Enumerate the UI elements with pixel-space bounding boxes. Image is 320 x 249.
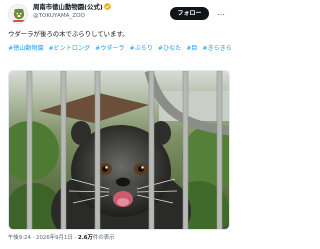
hashtag-link[interactable]: #徳山動物園 bbox=[8, 44, 44, 54]
hashtag-link[interactable]: #ひなた bbox=[158, 44, 181, 54]
zoo-logo-icon bbox=[9, 5, 27, 23]
display-name-text: 周南市徳山動物園(公式) bbox=[33, 3, 103, 11]
hashtag-link[interactable]: #ウダーラ bbox=[95, 44, 124, 54]
verified-badge-icon bbox=[103, 3, 111, 10]
tweet-header: 周南市徳山動物園(公式) @TOKUYAMA_ZOO フォロー … bbox=[0, 0, 250, 26]
views-label: 件の表示 bbox=[92, 235, 115, 241]
tweet-meta: 午後9:24 · 2026年9月1日 · 2.6万件の表示 bbox=[8, 234, 248, 243]
avatar[interactable] bbox=[8, 4, 28, 24]
account-name-block[interactable]: 周南市徳山動物園(公式) @TOKUYAMA_ZOO bbox=[33, 3, 111, 20]
hashtag-link[interactable]: #ビントロング bbox=[49, 44, 91, 54]
tweet-photo[interactable] bbox=[8, 70, 230, 230]
hashtag-link[interactable]: #ぶらり bbox=[130, 44, 153, 54]
tweet-text: ウダーラが後ろの木でぶらりしています。 bbox=[8, 30, 129, 38]
more-options-icon[interactable]: … bbox=[214, 7, 228, 20]
follow-button[interactable]: フォロー bbox=[170, 7, 209, 20]
hashtag-list: #徳山動物園 #ビントロング #ウダーラ #ぶらり #ひなた #目 #きらきら bbox=[8, 44, 240, 54]
hashtag-link[interactable]: #きらきら bbox=[202, 44, 231, 54]
hashtag-link[interactable]: #目 bbox=[186, 44, 197, 54]
views-count: 2.6万 bbox=[77, 235, 93, 241]
binturong-photo bbox=[9, 71, 229, 229]
account-handle[interactable]: @TOKUYAMA_ZOO bbox=[33, 12, 111, 20]
tweet-date[interactable]: 2026年9月1日 bbox=[36, 235, 73, 241]
tweet-time[interactable]: 午後9:24 bbox=[8, 235, 31, 241]
account-display-name[interactable]: 周南市徳山動物園(公式) bbox=[33, 3, 111, 12]
meta-separator: · bbox=[32, 235, 35, 241]
meta-separator: · bbox=[74, 235, 77, 241]
